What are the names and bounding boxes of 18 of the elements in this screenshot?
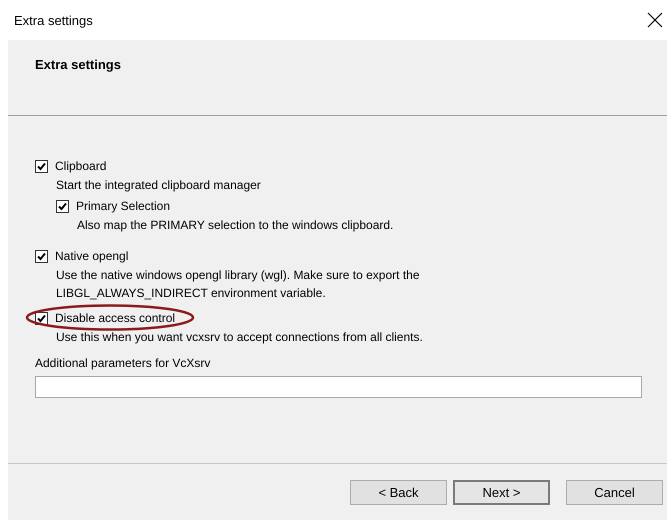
- window-title: Extra settings: [14, 12, 93, 28]
- checkbox[interactable]: [35, 160, 48, 172]
- checkbox-label[interactable]: Clipboard: [55, 159, 106, 173]
- option-description: Start the integrated clipboard manager: [56, 177, 262, 194]
- checkbox-label[interactable]: Native opengl: [55, 249, 128, 263]
- page-heading: Extra settings: [35, 57, 121, 72]
- checkbox[interactable]: [56, 200, 69, 212]
- checkbox[interactable]: [35, 250, 48, 262]
- option-description: Use this when you want vcxsrv to accept connections from all clients.: [56, 329, 424, 346]
- checkbox-label[interactable]: Primary Selection: [76, 199, 170, 213]
- parameters-field[interactable]: [35, 376, 642, 398]
- option-description: Also map the PRIMARY selection to the windows clipboard.: [77, 217, 394, 234]
- field-label: Additional parameters for VcXsrv: [35, 355, 212, 372]
- option-description: Use the native windows opengl library (wgl). Make sure to export the LIBGL_ALWAYS_INDIRECT environment variable.: [56, 267, 421, 302]
- wizard-button[interactable]: < Back: [350, 480, 447, 504]
- close-icon[interactable]: [647, 12, 663, 28]
- wizard-button[interactable]: Next >: [453, 480, 550, 504]
- wizard-button[interactable]: Cancel: [566, 480, 663, 504]
